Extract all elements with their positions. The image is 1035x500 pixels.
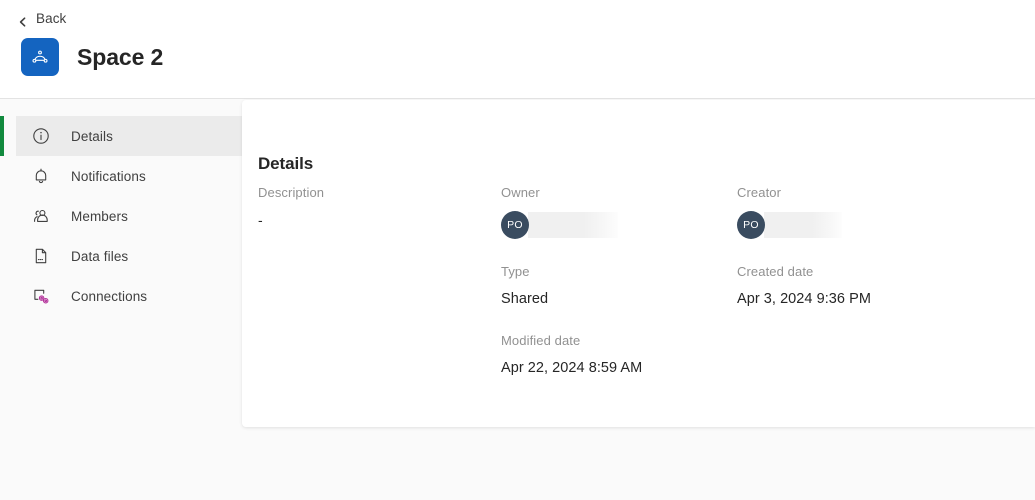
field-label: Creator [737,185,782,200]
field-created-date: Created date Apr 3, 2024 9:36 PM [737,265,1018,308]
chevron-left-icon [18,14,28,27]
back-label: Back [36,11,67,26]
field-value: Apr 3, 2024 9:36 PM [737,291,871,307]
details-fields: Description - Owner PO Creator PO Type S… [258,186,1018,377]
sidebar-item-data-files[interactable]: Data files [16,236,242,276]
field-value: Shared [501,291,549,307]
people-icon [32,207,50,225]
field-modified-date: Modified date Apr 22, 2024 8:59 AM [501,334,737,377]
field-value: Apr 22, 2024 8:59 AM [501,360,643,376]
creator-user-chip[interactable]: PO [737,211,1018,239]
field-label: Type [501,264,530,279]
field-label: Description [258,185,325,200]
sidebar-item-label: Notifications [71,168,146,184]
sidebar-item-label: Connections [71,288,148,304]
field-label: Created date [737,264,814,279]
field-owner: Owner PO [501,186,737,239]
field-label: Owner [501,185,540,200]
space-title-row: Space 2 [21,38,163,76]
sidebar-item-details[interactable]: Details [0,116,242,156]
info-circle-icon [32,127,50,145]
sidebar-item-label: Details [71,128,113,144]
sidebar-item-label: Members [71,208,128,224]
owner-user-chip[interactable]: PO [501,211,737,239]
connections-icon [32,287,50,305]
redacted-name-bar [764,212,842,238]
grid-spacer [737,334,1018,377]
grid-spacer [258,265,501,308]
field-value: - [258,212,263,228]
field-description: Description - [258,186,501,239]
redacted-name-bar [528,212,618,238]
field-creator: Creator PO [737,186,1018,239]
app-header: Back Space 2 [0,0,1035,99]
settings-sidebar: Details Notifications Members Data files… [0,100,242,500]
file-icon [32,247,50,265]
bell-icon [32,167,50,185]
field-type: Type Shared [501,265,737,308]
details-heading: Details [258,154,314,174]
sidebar-item-connections[interactable]: Connections [16,276,242,316]
field-label: Modified date [501,333,581,348]
sidebar-item-notifications[interactable]: Notifications [16,156,242,196]
avatar: PO [737,211,765,239]
back-button[interactable]: Back [14,9,70,28]
avatar: PO [501,211,529,239]
body-area: Details Notifications Members Data files… [0,100,1035,500]
page-title: Space 2 [77,43,164,70]
details-panel: Details Description - Owner PO Creator P… [242,100,1035,427]
grid-spacer [258,334,501,377]
sidebar-item-members[interactable]: Members [16,196,242,236]
space-logo-icon [21,38,59,76]
sidebar-item-label: Data files [71,248,129,264]
